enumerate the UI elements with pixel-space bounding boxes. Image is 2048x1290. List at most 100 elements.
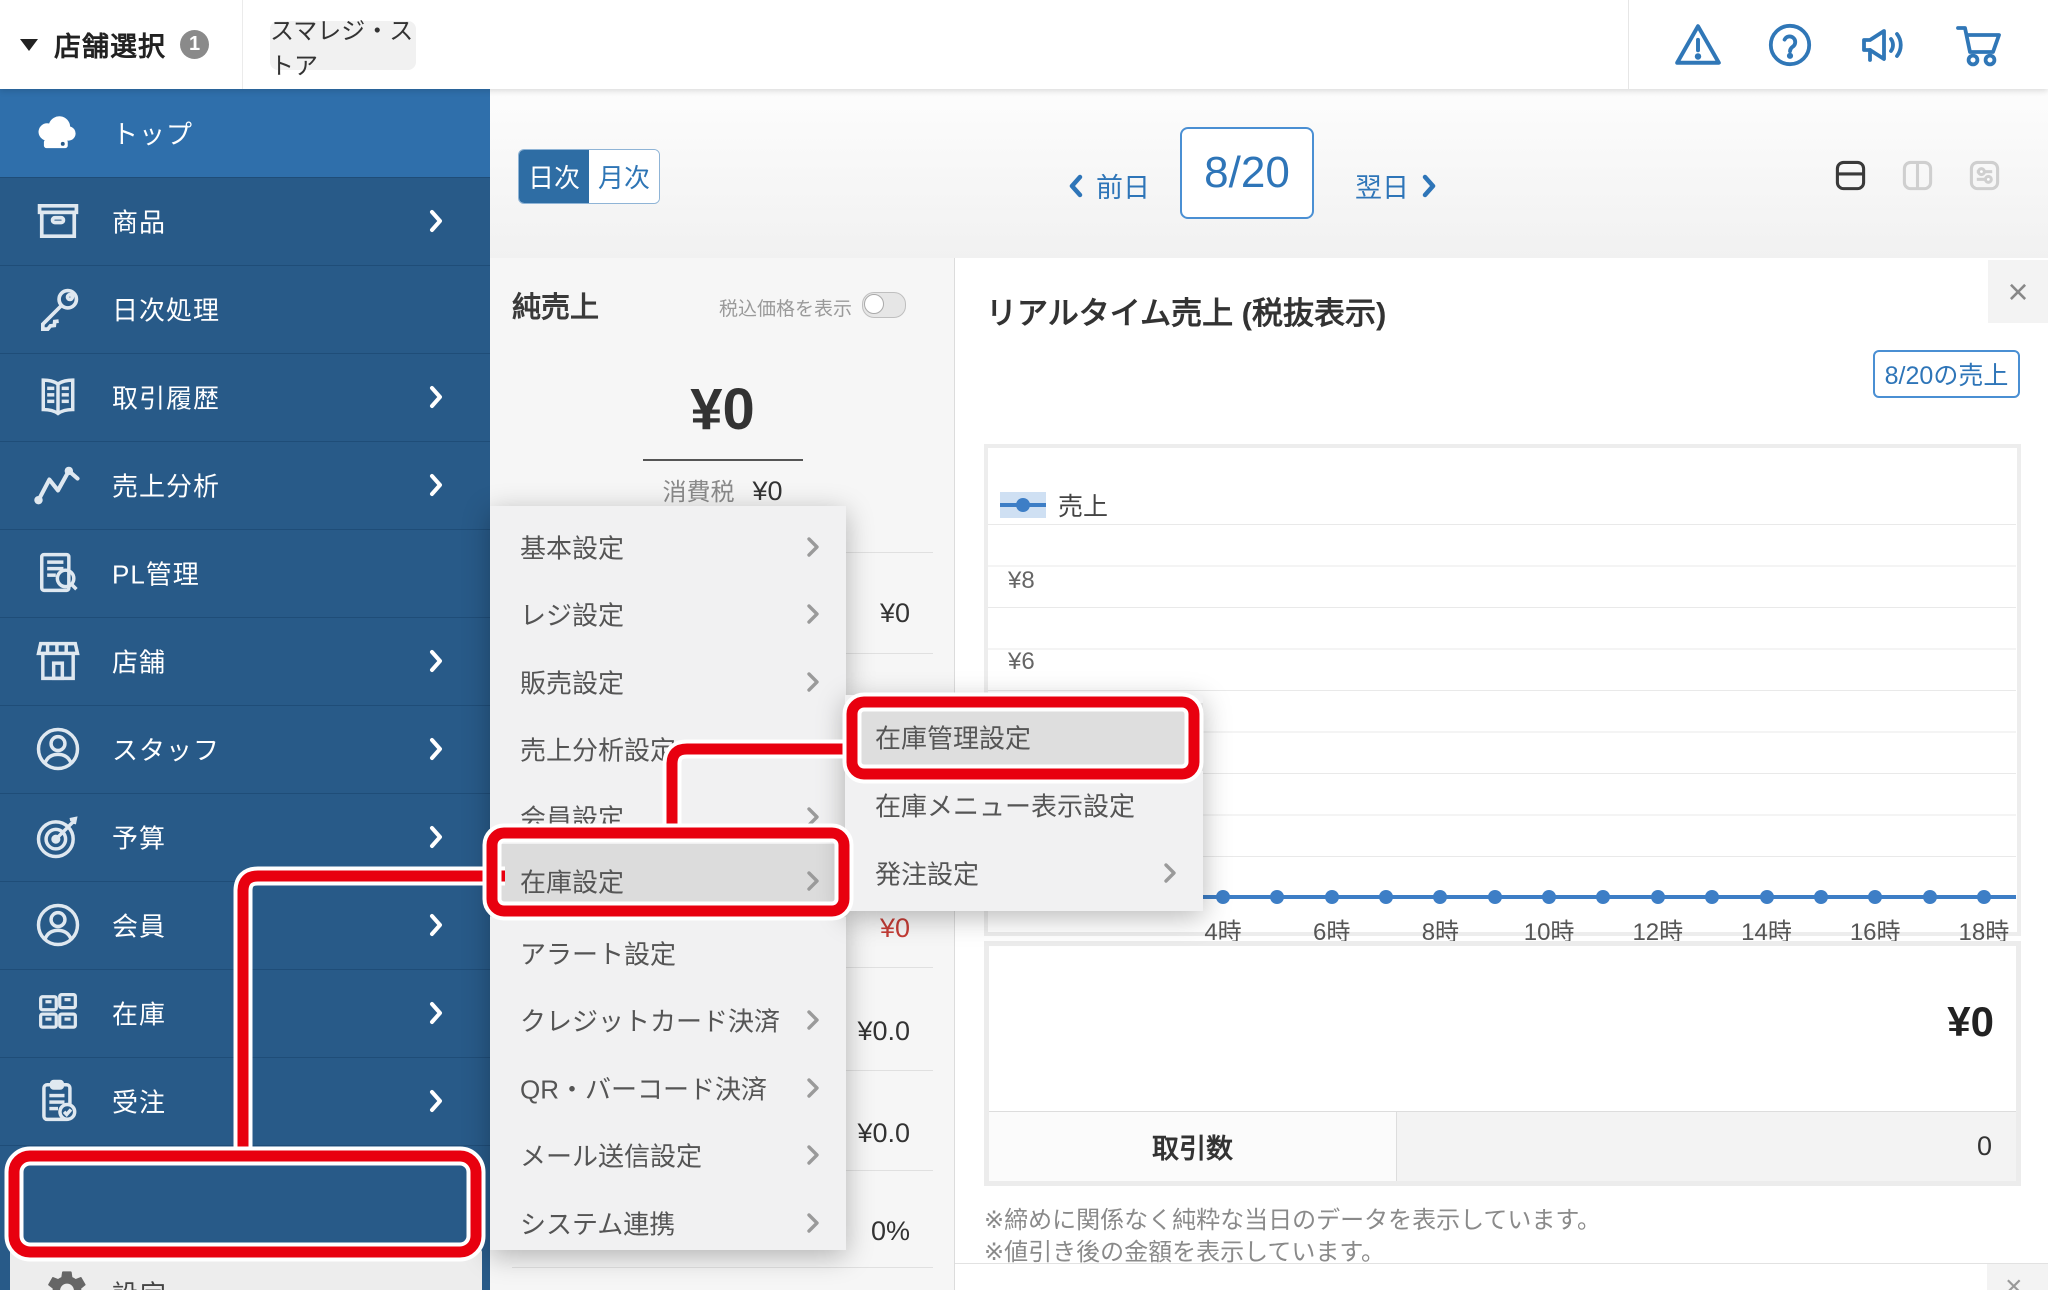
sidebar-item-members[interactable]: 会員: [0, 881, 490, 970]
tab-monthly[interactable]: 月次: [589, 150, 659, 203]
prev-day-button[interactable]: 前日: [1068, 166, 1150, 205]
store-select-label: 店舗選択: [54, 25, 166, 64]
chart-point: [1433, 890, 1447, 904]
summary-table: ¥0 取引数 0: [984, 941, 2021, 1186]
app-root: 店舗選択 1 スマレジ・ストア: [0, 0, 2048, 1290]
menu-item-alert-settings[interactable]: アラート設定: [490, 919, 846, 986]
menu-item-basic-settings[interactable]: 基本設定: [490, 513, 846, 580]
layout-switcher: [1832, 157, 2003, 194]
chevron-right-icon: [1163, 861, 1177, 885]
row-separator: [512, 1267, 933, 1268]
close-panel-button[interactable]: ×: [1988, 260, 2048, 323]
chevron-right-icon: [806, 805, 820, 829]
sidebar-item-staff[interactable]: スタッフ: [0, 705, 490, 794]
menu-item-member-settings[interactable]: 会員設定: [490, 783, 846, 850]
chevron-right-icon: [428, 208, 444, 234]
chevron-left-icon: [1068, 173, 1084, 199]
date-picker[interactable]: 8/20: [1180, 127, 1314, 219]
sidebar-item-products[interactable]: 商品: [0, 177, 490, 266]
help-icon[interactable]: [1766, 21, 1814, 69]
sidebar-item-daily-close[interactable]: 日次処理: [0, 265, 490, 354]
panel-title: リアルタイム売上 (税抜表示): [986, 288, 1386, 333]
chevron-right-icon: [428, 648, 444, 674]
sidebar: トップ 商品 日次処理 取引履歴 売上分析: [0, 89, 490, 1290]
menu-item-register-settings[interactable]: レジ設定: [490, 580, 846, 647]
sidebar-item-sales-analysis[interactable]: 売上分析: [0, 441, 490, 530]
box-icon: [32, 195, 84, 247]
book-icon: [32, 371, 84, 423]
tab-daily[interactable]: 日次: [519, 150, 589, 203]
store-tab[interactable]: スマレジ・ストア: [270, 21, 416, 70]
chart-point: [1705, 890, 1719, 904]
menu-item-sales-analysis-settings[interactable]: 売上分析設定: [490, 715, 846, 782]
tax-display-toggle[interactable]: [862, 292, 906, 318]
sidebar-item-budget[interactable]: 予算: [0, 793, 490, 882]
sidebar-item-settings[interactable]: 設定: [10, 1249, 482, 1290]
store-select-dropdown[interactable]: 店舗選択 1: [20, 0, 209, 89]
chart-point: [1216, 890, 1230, 904]
submenu-item-ordering-settings[interactable]: 発注設定: [845, 839, 1203, 907]
storefront-icon: [32, 635, 84, 687]
chevron-right-icon: [806, 1076, 820, 1100]
chevron-right-icon: [806, 1211, 820, 1235]
tax-toggle-label: 税込価格を表示: [640, 294, 852, 321]
menu-item-inventory-settings[interactable]: 在庫設定: [490, 844, 846, 917]
menu-item-mail-settings[interactable]: メール送信設定: [490, 1121, 846, 1188]
next-day-button[interactable]: 翌日: [1355, 166, 1437, 205]
chevron-right-icon: [428, 1088, 444, 1114]
layout-columns-icon[interactable]: [1899, 157, 1936, 194]
chevron-right-icon: [806, 670, 820, 694]
period-toggle: 日次 月次: [518, 149, 660, 204]
section-divider: [955, 1263, 2048, 1264]
chevron-right-icon: [428, 912, 444, 938]
transactions-value-cell: 0: [1397, 1111, 2016, 1181]
menu-item-qr-barcode-payment[interactable]: QR・バーコード決済: [490, 1054, 846, 1121]
footnote: ※締めに関係なく純粋な当日のデータを表示しています。: [984, 1200, 1601, 1235]
sidebar-item-orders[interactable]: 受注: [0, 1057, 490, 1146]
legend-item-sales[interactable]: 売上: [1000, 487, 1108, 523]
close-next-section-button[interactable]: ×: [1987, 1264, 2048, 1290]
submenu-item-inventory-menu-display[interactable]: 在庫メニュー表示設定: [845, 771, 1203, 839]
alert-icon[interactable]: [1673, 22, 1723, 68]
chart-point: [1923, 890, 1937, 904]
chart-point: [1542, 890, 1556, 904]
chevron-right-icon: [806, 869, 820, 893]
chevron-right-icon: [428, 824, 444, 850]
day-sales-button[interactable]: 8/20の売上: [1873, 350, 2020, 398]
sidebar-item-inventory[interactable]: 在庫: [0, 969, 490, 1058]
layout-rows-icon[interactable]: [1832, 157, 1869, 194]
sidebar-item-pl[interactable]: PL管理: [0, 529, 490, 618]
chevron-right-icon: [806, 535, 820, 559]
divider: [643, 459, 803, 461]
menu-item-sales-settings[interactable]: 販売設定: [490, 648, 846, 715]
sidebar-item-stores[interactable]: 店舗: [0, 617, 490, 706]
y-axis-label: ¥6: [1008, 648, 1035, 676]
gear-icon: [44, 1268, 90, 1290]
transactions-header-cell: 取引数: [989, 1111, 1397, 1181]
report-magnifier-icon: [32, 547, 84, 599]
submenu-item-inventory-management[interactable]: 在庫管理設定: [845, 703, 1203, 771]
menu-item-credit-card-payment[interactable]: クレジットカード決済: [490, 986, 846, 1053]
y-axis-label: ¥8: [1008, 567, 1035, 595]
chart-point: [1379, 890, 1393, 904]
chart-point: [1651, 890, 1665, 904]
chart-point: [1814, 890, 1828, 904]
chart-point: [1270, 890, 1284, 904]
consumption-tax-row: 消費税 ¥0: [490, 472, 955, 507]
footnote: ※値引き後の金額を表示しています。: [984, 1232, 1385, 1267]
chart-point: [1488, 890, 1502, 904]
main-toolbar: 日次 月次 前日 8/20 翌日: [490, 89, 2048, 259]
legend-marker-icon: [1000, 492, 1046, 518]
chevron-right-icon: [806, 602, 820, 626]
sidebar-item-top[interactable]: トップ: [0, 89, 490, 178]
net-sales-title: 純売上: [512, 284, 599, 326]
menu-item-system-integration[interactable]: システム連携: [490, 1189, 846, 1256]
person-circle-icon: [32, 723, 84, 775]
cart-icon[interactable]: [1953, 21, 2005, 69]
layout-customize-icon[interactable]: [1966, 157, 2003, 194]
chevron-right-icon: [428, 736, 444, 762]
sidebar-item-transactions[interactable]: 取引履歴: [0, 353, 490, 442]
net-sales-amount: ¥0: [490, 376, 955, 443]
announcement-icon[interactable]: [1858, 21, 1910, 69]
person-circle-icon: [32, 899, 84, 951]
